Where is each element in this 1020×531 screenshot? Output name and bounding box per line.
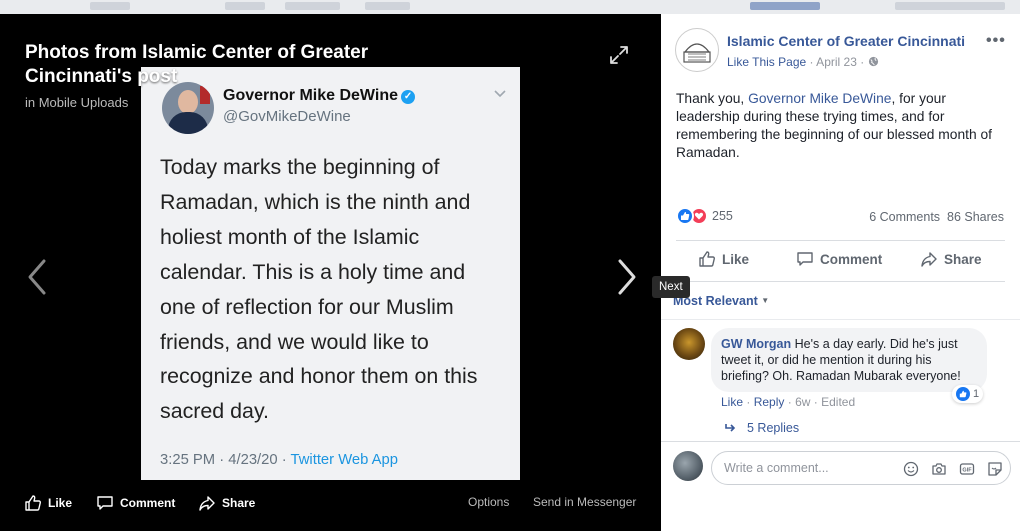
post-options-button[interactable]: •••: [986, 32, 1006, 50]
composer-icons: GIF: [902, 460, 1004, 478]
separator: ·: [746, 395, 751, 409]
page-name-link[interactable]: Islamic Center of Greater Cincinnati: [727, 33, 965, 49]
thumbs-up-icon: [25, 495, 41, 511]
tweet-app: Twitter Web App: [290, 452, 398, 468]
share-label: Share: [944, 251, 982, 267]
mention-link[interactable]: Governor Mike DeWine: [748, 91, 891, 106]
post-text: Thank you, Governor Mike DeWine, for you…: [676, 90, 1006, 162]
shares-count[interactable]: 86 Shares: [947, 210, 1004, 224]
top-strip-item: [225, 2, 265, 10]
like-reaction-icon: [676, 207, 694, 225]
comment-like-link[interactable]: Like: [721, 395, 743, 409]
globe-icon: [868, 56, 878, 67]
gif-icon[interactable]: GIF: [958, 460, 976, 478]
reaction-count: 255: [712, 209, 733, 223]
viewer-title: Photos from Islamic Center of Greater Ci…: [25, 42, 369, 87]
reactions-summary[interactable]: 255: [676, 207, 733, 225]
comment-reaction-count: 1: [973, 388, 980, 400]
send-in-messenger-link[interactable]: Send in Messenger: [533, 495, 636, 509]
page-top-strip: [0, 0, 1020, 14]
tweet-author-label: Governor Mike DeWine: [223, 87, 399, 104]
comment-age[interactable]: 6w: [795, 395, 810, 409]
chevron-down-icon: [494, 90, 506, 98]
reply-arrow-icon: [725, 424, 736, 432]
chevron-left-icon[interactable]: [22, 257, 52, 297]
like-label: Like: [722, 251, 750, 267]
tweet-avatar: [162, 82, 214, 134]
viewer-comment-button[interactable]: Comment: [96, 494, 175, 512]
share-icon: [199, 496, 215, 511]
view-replies-link[interactable]: 5 Replies: [725, 421, 799, 435]
share-icon: [921, 252, 937, 267]
emoji-icon[interactable]: [902, 460, 920, 478]
post-actions: Like Comment Share: [676, 246, 1005, 276]
mosque-logo-icon: [683, 43, 711, 63]
divider: [661, 441, 1020, 442]
photo-viewer: Photos from Islamic Center of Greater Ci…: [0, 14, 661, 531]
divider: [676, 281, 1005, 282]
post-text-start: Thank you,: [676, 91, 749, 106]
comment-edited[interactable]: Edited: [821, 395, 855, 409]
separator: ·: [813, 395, 818, 409]
like-reaction-icon: [956, 387, 970, 401]
verified-icon: ✓: [401, 90, 416, 104]
svg-text:GIF: GIF: [962, 468, 972, 474]
avatar-suit: [168, 112, 208, 134]
top-strip-item: [895, 2, 1005, 10]
viewer-like-label: Like: [48, 496, 73, 510]
like-page-link[interactable]: Like This Page: [727, 55, 806, 69]
comments-count[interactable]: 6 Comments: [869, 210, 940, 224]
comment-reactions[interactable]: 1: [952, 385, 984, 403]
avatar-face: [178, 90, 198, 114]
comment-icon: [797, 252, 813, 266]
caret-down-icon: ▼: [761, 296, 770, 305]
sticker-icon[interactable]: [986, 460, 1004, 478]
comment-input[interactable]: [724, 459, 884, 477]
comment-actions: Like · Reply · 6w · Edited: [721, 395, 855, 409]
divider: [676, 240, 1005, 241]
album-name: in Mobile Uploads: [25, 95, 129, 110]
comment-reply-link[interactable]: Reply: [754, 395, 785, 409]
page-logo[interactable]: [675, 28, 719, 72]
current-user-avatar: [673, 451, 703, 481]
top-strip-item: [90, 2, 130, 10]
tweet-text: Today marks the beginning of Ramadan, wh…: [160, 155, 478, 424]
tweet-screenshot-photo[interactable]: Governor Mike DeWine ✓ @GovMikeDeWine Tod…: [141, 67, 520, 480]
post-panel: Islamic Center of Greater Cincinnati Lik…: [661, 14, 1020, 531]
comment-author[interactable]: GW Morgan: [721, 337, 791, 351]
comment-bubble: GW Morgan He's a day early. Did he's jus…: [711, 328, 987, 392]
post-meta: Like This Page · April 23 ·: [727, 55, 879, 69]
tweet-handle: @GovMikeDeWine: [223, 108, 351, 125]
options-link[interactable]: Options: [468, 495, 509, 509]
post-date[interactable]: · April 23 ·: [810, 55, 865, 69]
separator: ·: [787, 395, 792, 409]
next-tooltip: Next: [652, 276, 690, 298]
comment-label: Comment: [820, 251, 883, 267]
viewer-share-button[interactable]: Share: [198, 494, 255, 512]
commenter-avatar[interactable]: [673, 328, 705, 360]
comment-icon: [97, 496, 113, 510]
tweet-author-name: Governor Mike DeWine ✓: [223, 87, 416, 105]
divider: [661, 319, 1020, 320]
replies-label: 5 Replies: [747, 421, 800, 435]
tweet-timestamp: 3:25 PM · 4/23/20 ·: [160, 452, 291, 468]
expand-icon[interactable]: [608, 44, 630, 66]
viewer-share-label: Share: [222, 496, 256, 510]
like-button[interactable]: Like: [698, 250, 749, 268]
thumbs-up-icon: [699, 251, 715, 267]
top-strip-item: [365, 2, 410, 10]
top-strip-item: [750, 2, 820, 10]
viewer-like-button[interactable]: Like: [24, 494, 72, 512]
post-stats: 6 Comments 86 Shares: [869, 210, 1004, 224]
viewer-comment-label: Comment: [120, 496, 176, 510]
comment-button[interactable]: Comment: [796, 250, 882, 268]
comment-composer[interactable]: GIF: [711, 451, 1011, 485]
share-button[interactable]: Share: [920, 250, 982, 268]
top-strip-item: [285, 2, 340, 10]
tweet-meta: 3:25 PM · 4/23/20 · Twitter Web App: [160, 452, 398, 468]
camera-icon[interactable]: [930, 460, 948, 478]
chevron-right-icon[interactable]: [612, 257, 642, 297]
